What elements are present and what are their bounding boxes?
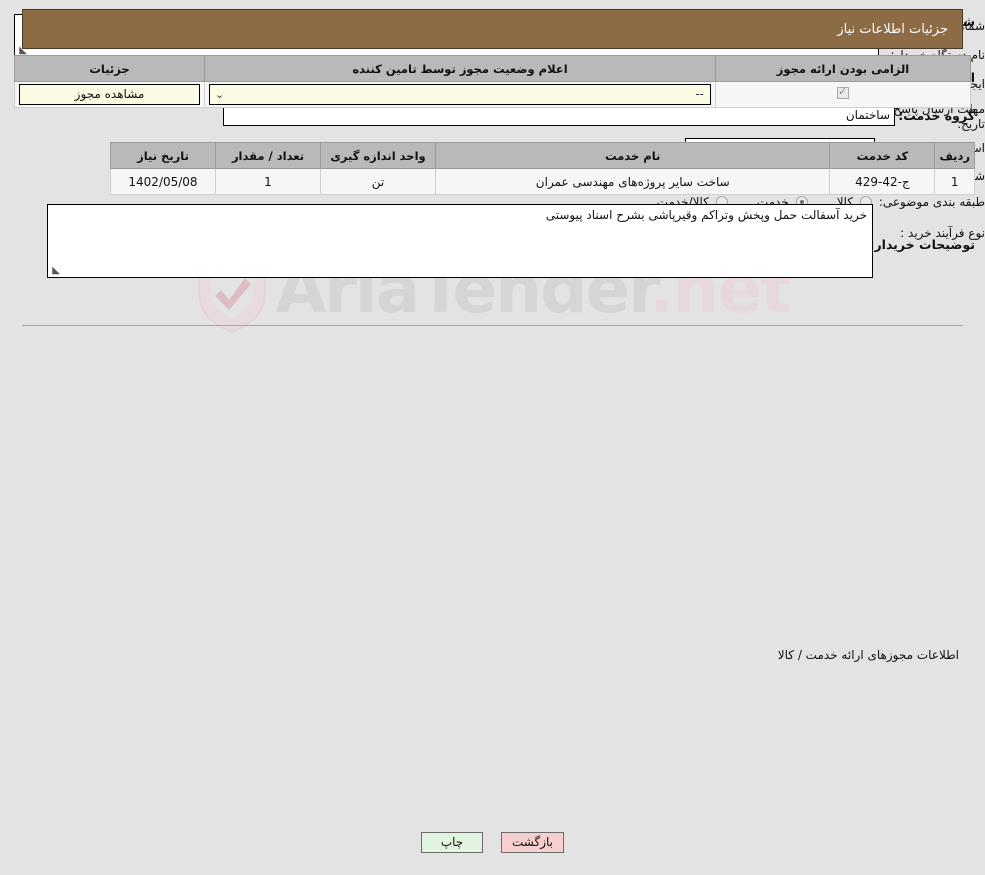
need-details-panel: شرح کلی نیاز: خرید آسفالت حمل وپخش وتراک… <box>0 14 985 565</box>
print-button[interactable]: چاپ <box>421 832 483 853</box>
col-license-required: الزامی بودن ارائه مجوز <box>715 55 971 82</box>
licenses-table-header-row: الزامی بودن ارائه مجوز اعلام وضعیت مجوز … <box>14 55 971 82</box>
licenses-table-wrap: الزامی بودن ارائه مجوز اعلام وضعیت مجوز … <box>14 55 971 108</box>
col-quantity: تعداد / مقدار <box>215 142 321 169</box>
col-service-name: نام خدمت <box>434 142 831 169</box>
buyer-notes-textarea[interactable]: خرید آسفالت حمل وپخش وتراکم وقیرپاشی بشر… <box>47 204 873 278</box>
licenses-section-title: اطلاعات مجوزهای ارائه خدمت / کالا <box>777 648 959 662</box>
services-table-wrap: ردیف کد خدمت نام خدمت واحد اندازه گیری ت… <box>110 142 975 195</box>
col-unit: واحد اندازه گیری <box>320 142 436 169</box>
service-group-label: گروه خدمت: <box>898 107 975 123</box>
cell-unit: تن <box>320 168 436 195</box>
table-row: ⌄ -- مشاهده مجوز <box>14 81 971 108</box>
services-table-header-row: ردیف کد خدمت نام خدمت واحد اندازه گیری ت… <box>110 142 975 169</box>
licenses-panel: الزامی بودن ارائه مجوز اعلام وضعیت مجوز … <box>0 55 985 710</box>
buyer-notes-label: توضیحات خریدار: <box>869 237 975 252</box>
col-need-date: تاریخ نیاز <box>110 142 216 169</box>
license-status-select[interactable]: ⌄ -- <box>209 84 711 105</box>
col-license-details: جزئیات <box>14 55 205 82</box>
field-buyer-notes: توضیحات خریدار: <box>869 237 975 252</box>
page-title: جزئیات اطلاعات نیاز <box>837 21 948 37</box>
view-license-button[interactable]: مشاهده مجوز <box>19 84 200 105</box>
chevron-down-icon: ⌄ <box>215 88 225 101</box>
footer-button-bar: بازگشت چاپ <box>0 832 985 853</box>
col-row-no: ردیف <box>934 142 975 169</box>
license-required-checkbox-icon <box>837 85 849 99</box>
licenses-table: الزامی بودن ارائه مجوز اعلام وضعیت مجوز … <box>14 55 971 108</box>
col-service-code: کد خدمت <box>829 142 936 169</box>
back-button[interactable]: بازگشت <box>501 832 564 853</box>
table-row: 1 ج-42-429 ساخت سایر پروژه‌های مهندسی عم… <box>110 168 975 195</box>
services-table: ردیف کد خدمت نام خدمت واحد اندازه گیری ت… <box>110 142 975 195</box>
cell-row-no: 1 <box>934 168 975 195</box>
subject-category-label: طبقه بندی موضوعی: <box>878 195 985 209</box>
resize-grip-icon-2[interactable]: ◣ <box>50 266 60 276</box>
top-divider <box>22 325 963 326</box>
cell-quantity: 1 <box>215 168 321 195</box>
cell-license-required <box>715 81 971 108</box>
page-root: AriaTender.net جزئیات اطلاعات نیاز شماره… <box>0 0 985 875</box>
cell-need-date: 1402/05/08 <box>110 168 216 195</box>
buyer-notes-value: خرید آسفالت حمل وپخش وتراکم وقیرپاشی بشر… <box>545 208 867 222</box>
window-title-bar: جزئیات اطلاعات نیاز <box>22 9 963 49</box>
col-license-status: اعلام وضعیت مجوز توسط تامین کننده <box>204 55 716 82</box>
cell-license-details: مشاهده مجوز <box>14 81 205 108</box>
license-status-value: -- <box>695 87 704 101</box>
cell-service-name: ساخت سایر پروژه‌های مهندسی عمران <box>434 168 831 195</box>
cell-service-code: ج-42-429 <box>829 168 936 195</box>
cell-license-status: ⌄ -- <box>204 81 716 108</box>
